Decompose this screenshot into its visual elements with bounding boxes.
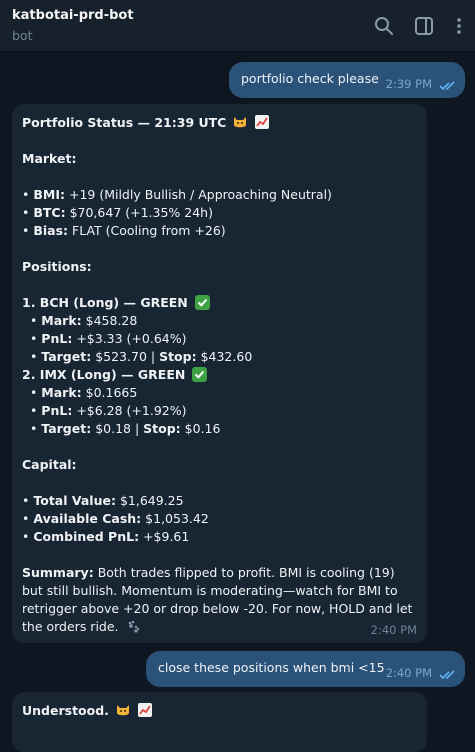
reply-text: Understood. <box>22 703 109 718</box>
cat-face-emoji <box>115 702 131 718</box>
message-time: 2:40 PM <box>385 666 432 680</box>
outgoing-message[interactable]: close these positions when bmi <15 2:40 … <box>146 651 465 687</box>
position-pnl: • PnL: +$6.28 (+1.92%) <box>22 403 187 418</box>
search-icon[interactable] <box>373 15 395 37</box>
more-vertical-icon[interactable] <box>448 15 470 37</box>
sidebar-toggle-icon[interactable] <box>413 15 435 37</box>
position-mark: • Mark: $0.1665 <box>22 385 138 400</box>
summary-paragraph: Summary: Both trades flipped to profit. … <box>22 565 413 634</box>
message-text: close these positions when bmi <15 <box>158 660 385 675</box>
message-time: 2:40 PM <box>370 623 417 637</box>
cat-face-emoji <box>232 114 248 130</box>
chart-increasing-emoji <box>254 114 270 130</box>
available-cash-line: • Available Cash: $1,053.42 <box>22 511 209 526</box>
total-value-line: • Total Value: $1,649.25 <box>22 493 184 508</box>
positions-label: Positions: <box>22 259 92 274</box>
capital-label: Capital: <box>22 457 77 472</box>
position-title: 1. BCH (Long) — GREEN <box>22 294 417 312</box>
check-mark-button-emoji <box>194 295 210 310</box>
paw-prints-emoji <box>125 618 141 634</box>
market-label: Market: <box>22 151 77 166</box>
message-text: portfolio check please <box>241 71 379 86</box>
double-check-icon <box>439 668 457 683</box>
bmi-line: • BMI: +19 (Mildly Bullish / Approaching… <box>22 187 332 202</box>
message-time: 2:39 PM <box>385 77 432 91</box>
position-title: 2. IMX (Long) — GREEN <box>22 366 417 384</box>
position-target-stop: • Target: $523.70 | Stop: $432.60 <box>22 349 253 364</box>
double-check-icon <box>439 79 457 94</box>
btc-line: • BTC: $70,647 (+1.35% 24h) <box>22 205 213 220</box>
outgoing-message[interactable]: portfolio check please 2:39 PM <box>229 62 465 98</box>
position-pnl: • PnL: +$3.33 (+0.64%) <box>22 331 187 346</box>
chat-header: katbotai-prd-bot bot <box>0 0 475 52</box>
report-heading: Portfolio Status — 21:39 UTC <box>22 114 417 132</box>
chat-subtitle: bot <box>12 28 33 43</box>
incoming-message-reply[interactable]: Understood. <box>12 692 427 752</box>
combined-pnl-line: • Combined PnL: +$9.61 <box>22 529 190 544</box>
position-target-stop: • Target: $0.18 | Stop: $0.16 <box>22 421 221 436</box>
position-mark: • Mark: $458.28 <box>22 313 138 328</box>
chart-increasing-emoji <box>137 702 153 718</box>
chat-title[interactable]: katbotai-prd-bot <box>12 8 134 23</box>
bias-line: • Bias: FLAT (Cooling from +26) <box>22 223 226 238</box>
incoming-message-portfolio[interactable]: Portfolio Status — 21:39 UTC Market: • B… <box>12 104 427 643</box>
check-mark-button-emoji <box>192 367 208 382</box>
